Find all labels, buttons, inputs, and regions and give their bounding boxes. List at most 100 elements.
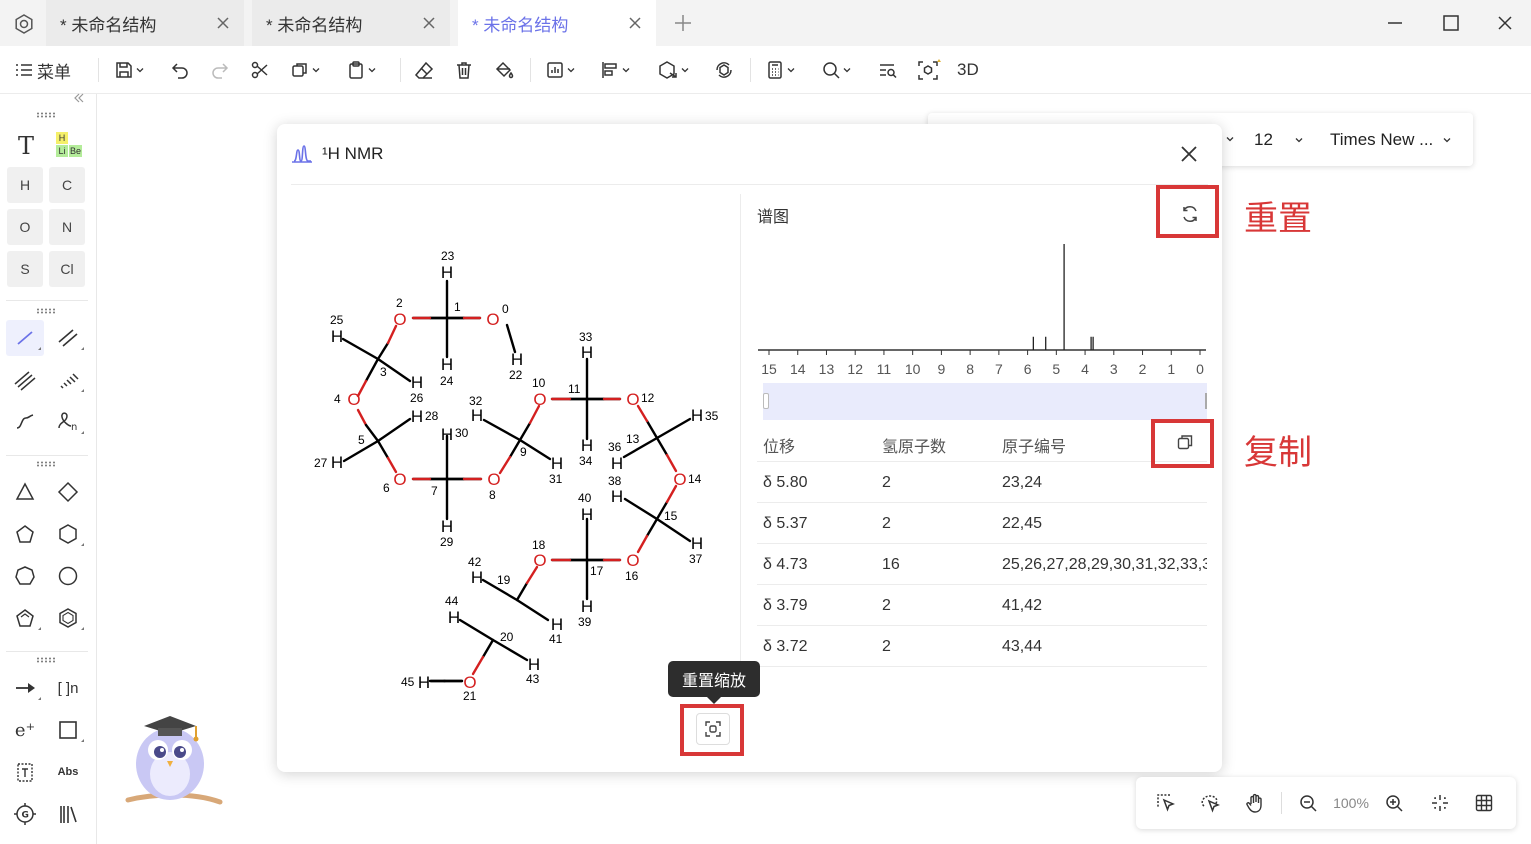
close-icon[interactable] <box>624 12 646 34</box>
tab-structure-2[interactable]: * 未命名结构 <box>252 0 450 46</box>
textbox-tool[interactable] <box>6 754 44 790</box>
pan-tool-button[interactable] <box>1243 791 1267 815</box>
recognize-button[interactable] <box>917 56 941 84</box>
svg-text:H: H <box>331 453 343 472</box>
hexagon-ring-tool[interactable] <box>49 516 87 552</box>
menu-button[interactable]: 菜单 <box>14 56 71 84</box>
redo-button[interactable] <box>210 56 230 84</box>
shape-tool[interactable] <box>49 712 87 748</box>
minimize-icon[interactable] <box>1384 12 1406 34</box>
cut-button[interactable] <box>250 56 270 84</box>
grid-toggle-button[interactable] <box>1472 791 1496 815</box>
chevron-down-icon[interactable] <box>1224 133 1236 145</box>
atom-o-button[interactable]: O <box>7 209 43 245</box>
chain-tool[interactable] <box>6 404 44 440</box>
3d-button[interactable]: 3D <box>957 56 979 84</box>
collapse-panel-icon[interactable] <box>72 91 86 105</box>
spectrum-range-slider[interactable] <box>763 383 1207 420</box>
double-bond-tool[interactable] <box>49 320 87 356</box>
nmr-spectrum-chart[interactable]: 15 14 13 12 11 10 9 8 7 6 5 4 3 2 1 0 <box>747 236 1217 378</box>
abs-stereo-tool[interactable]: Abs <box>49 754 87 790</box>
table-row[interactable]: δ 5.80 2 23,24 <box>757 462 1207 503</box>
owl-mascot[interactable] <box>122 706 224 812</box>
close-icon[interactable] <box>212 12 234 34</box>
tooltip-text: 重置缩放 <box>681 673 746 690</box>
chart-button[interactable] <box>545 56 577 84</box>
zoom-out-button[interactable] <box>1296 791 1320 815</box>
lasso-tool-button[interactable] <box>1198 791 1222 815</box>
tab-structure-3[interactable]: * 未命名结构 <box>458 0 656 46</box>
paste-button[interactable] <box>346 56 378 84</box>
delete-button[interactable] <box>454 56 474 84</box>
polymer-chain-tool[interactable]: n <box>49 404 87 440</box>
heptagon-ring-tool[interactable] <box>6 558 44 594</box>
template-library-tool[interactable] <box>49 796 87 832</box>
dialog-close-icon[interactable] <box>1177 142 1201 166</box>
svg-text:33: 33 <box>579 330 593 344</box>
reset-highlight-box <box>1156 185 1219 238</box>
hashed-bond-tool[interactable] <box>49 362 87 398</box>
zoom-in-button[interactable] <box>1382 791 1406 815</box>
fit-view-button[interactable] <box>1428 791 1452 815</box>
atom-s-button[interactable]: S <box>7 251 43 287</box>
calculator-button[interactable] <box>765 56 797 84</box>
search-button[interactable] <box>821 56 853 84</box>
find-text-button[interactable] <box>878 56 898 84</box>
table-row[interactable]: δ 3.79 2 41,42 <box>757 585 1207 626</box>
window-close-icon[interactable] <box>1494 12 1516 34</box>
row-shift: δ 3.79 <box>763 597 808 614</box>
single-bond-tool[interactable] <box>6 320 44 356</box>
rotate-button[interactable] <box>714 56 734 84</box>
eraser-button[interactable] <box>414 56 434 84</box>
charge-label: e⁺ <box>14 719 36 741</box>
slider-handle-right[interactable] <box>1205 393 1207 409</box>
drag-handle-icon[interactable] <box>36 112 56 118</box>
triangle-ring-tool[interactable] <box>6 474 44 510</box>
circle-ring-tool[interactable] <box>49 558 87 594</box>
drag-handle-icon[interactable] <box>36 308 56 314</box>
save-button[interactable] <box>114 56 146 84</box>
atom-cl-button[interactable]: Cl <box>49 251 85 287</box>
x-tick-label: 9 <box>938 361 946 377</box>
atom-n-button[interactable]: N <box>49 209 85 245</box>
text-tool[interactable]: T <box>8 128 44 164</box>
x-tick-label: 4 <box>1081 361 1089 377</box>
bracket-tool[interactable]: [ ]n <box>49 670 87 706</box>
transform-button[interactable] <box>657 56 691 84</box>
charge-tool[interactable]: e⁺ <box>6 712 44 748</box>
svg-text:H: H <box>691 534 703 553</box>
atom-h-button[interactable]: H <box>7 167 43 203</box>
font-size-select[interactable]: 12 <box>1254 129 1305 151</box>
tab-structure-1[interactable]: * 未命名结构 <box>46 0 244 46</box>
copy-button[interactable] <box>290 56 322 84</box>
transform-icon <box>659 61 677 79</box>
font-family-select[interactable]: Times New ... <box>1330 129 1453 151</box>
maximize-icon[interactable] <box>1440 12 1462 34</box>
new-tab-icon[interactable] <box>672 12 694 34</box>
slider-handle-left[interactable] <box>763 393 769 409</box>
drag-handle-icon[interactable] <box>36 657 56 663</box>
table-row[interactable]: δ 4.73 16 25,26,27,28,29,30,31,32,33,34 <box>757 544 1207 585</box>
table-row[interactable]: δ 5.37 2 22,45 <box>757 503 1207 544</box>
triple-bond-tool[interactable] <box>6 362 44 398</box>
group-tool[interactable]: G <box>6 796 44 832</box>
select-tool-button[interactable] <box>1154 791 1178 815</box>
main-toolbar: 菜单 3D <box>0 46 1531 94</box>
close-icon[interactable] <box>418 12 440 34</box>
cyclopentadiene-tool[interactable] <box>6 600 44 636</box>
svg-text:O: O <box>486 310 499 329</box>
periodic-table-button[interactable]: H Li Be <box>50 128 86 164</box>
undo-button[interactable] <box>170 56 190 84</box>
svg-text:H: H <box>471 568 483 587</box>
table-row[interactable]: δ 3.72 2 43,44 <box>757 626 1207 667</box>
benzene-tool[interactable] <box>49 600 87 636</box>
arrow-tool[interactable] <box>6 670 44 706</box>
svg-text:O: O <box>393 470 406 489</box>
fill-color-button[interactable] <box>494 56 514 84</box>
svg-text:17: 17 <box>590 564 604 578</box>
align-button[interactable] <box>600 56 632 84</box>
drag-handle-icon[interactable] <box>36 461 56 467</box>
pentagon-ring-tool[interactable] <box>6 516 44 552</box>
atom-c-button[interactable]: C <box>49 167 85 203</box>
square-ring-tool[interactable] <box>49 474 87 510</box>
